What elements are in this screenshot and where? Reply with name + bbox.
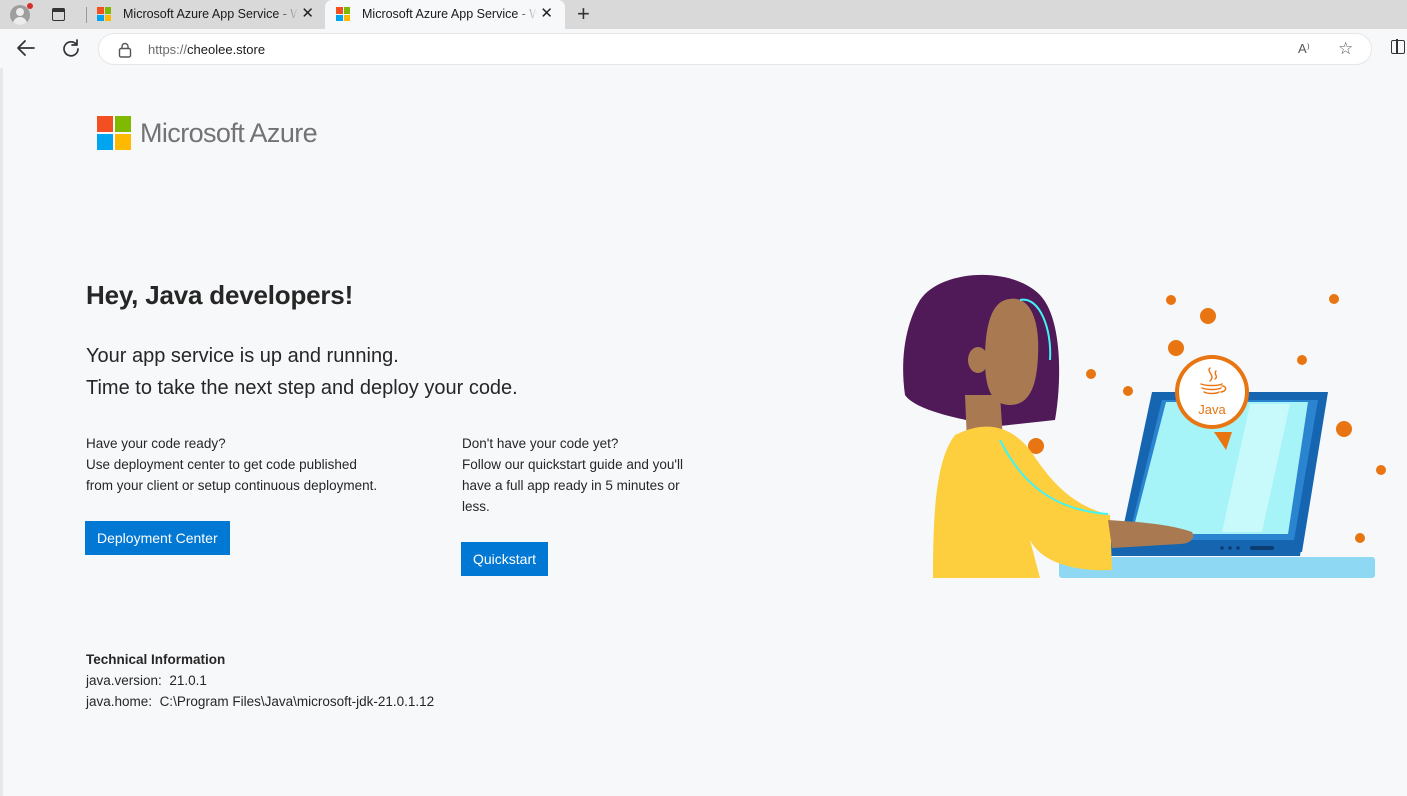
quickstart-text-line-1: Follow our quickstart guide and you'll [462, 457, 683, 472]
tab-strip: Microsoft Azure App Service - Welcome ✕ … [0, 0, 1407, 29]
quickstart-section: Don't have your code yet? Follow our qui… [462, 433, 712, 517]
browser-tab-1[interactable]: Microsoft Azure App Service - Welcome ✕ [86, 0, 326, 29]
viewport-edge [0, 68, 3, 796]
java-version-value: 21.0.1 [169, 673, 207, 688]
deploy-section: Have your code ready? Use deployment cen… [86, 433, 416, 496]
tab-separator [86, 7, 87, 23]
logo-text: Microsoft Azure [140, 118, 318, 148]
split-screen-icon[interactable] [1391, 39, 1405, 54]
deployment-center-button[interactable]: Deployment Center [85, 521, 230, 555]
browser-tab-2-active[interactable]: Microsoft Azure App Service - Welcome ✕ [325, 0, 565, 29]
subtitle-line-1: Your app service is up and running. [86, 345, 399, 367]
technical-heading: Technical Information [86, 652, 226, 667]
browser-toolbar: https://cheolee.store A⁾ ☆ [0, 29, 1407, 68]
url-protocol: https:// [148, 42, 188, 57]
java-version-row: java.version: 21.0.1 [86, 670, 434, 691]
java-home-row: java.home: C:\Program Files\Java\microso… [86, 691, 434, 712]
address-bar[interactable]: https://cheolee.store A⁾ ☆ [98, 33, 1372, 65]
deploy-heading: Have your code ready? [86, 436, 226, 451]
microsoft-logo-icon [97, 116, 131, 150]
microsoft-azure-logo: Microsoft Azure [97, 116, 397, 150]
quickstart-text-line-2: have a full app ready in 5 minutes or [462, 478, 680, 493]
lock-icon[interactable] [118, 42, 132, 58]
new-tab-button[interactable]: + [577, 2, 590, 26]
tab-close-icon[interactable]: ✕ [540, 5, 553, 23]
url-host: cheolee.store [187, 42, 266, 57]
page-subtitle: Your app service is up and running. Time… [86, 340, 518, 404]
read-aloud-icon[interactable]: A⁾ [1298, 41, 1310, 57]
tab-close-icon[interactable]: ✕ [301, 5, 314, 23]
tab-title: Microsoft Azure App Service - Welcome [362, 7, 537, 21]
page-title: Hey, Java developers! [86, 280, 354, 310]
quickstart-button[interactable]: Quickstart [461, 542, 549, 576]
developer-laptop-illustration: Java [903, 274, 1386, 578]
url-text[interactable]: https://cheolee.store [148, 42, 265, 57]
refresh-icon[interactable] [61, 38, 81, 58]
back-arrow-icon[interactable] [15, 38, 37, 58]
tab-actions-icon[interactable] [51, 7, 67, 23]
quickstart-text-line-3: less. [462, 499, 490, 514]
favorite-star-icon[interactable]: ☆ [1338, 40, 1353, 58]
java-version-label: java.version: [86, 673, 162, 688]
java-home-value: C:\Program Files\Java\microsoft-jdk-21.0… [159, 694, 435, 709]
quickstart-heading: Don't have your code yet? [462, 436, 619, 451]
technical-information: Technical Information java.version: 21.0… [86, 649, 434, 712]
microsoft-favicon-icon [97, 7, 111, 21]
java-home-label: java.home: [86, 694, 153, 709]
deploy-text-line-2: from your client or setup continuous dep… [86, 478, 378, 493]
deploy-text-line-1: Use deployment center to get code publis… [86, 457, 357, 472]
subtitle-line-2: Time to take the next step and deploy yo… [86, 377, 518, 399]
tab-title: Microsoft Azure App Service - Welcome [123, 7, 298, 21]
microsoft-favicon-icon [336, 7, 350, 21]
java-badge-label: Java [1198, 402, 1226, 417]
notification-dot [27, 3, 33, 9]
